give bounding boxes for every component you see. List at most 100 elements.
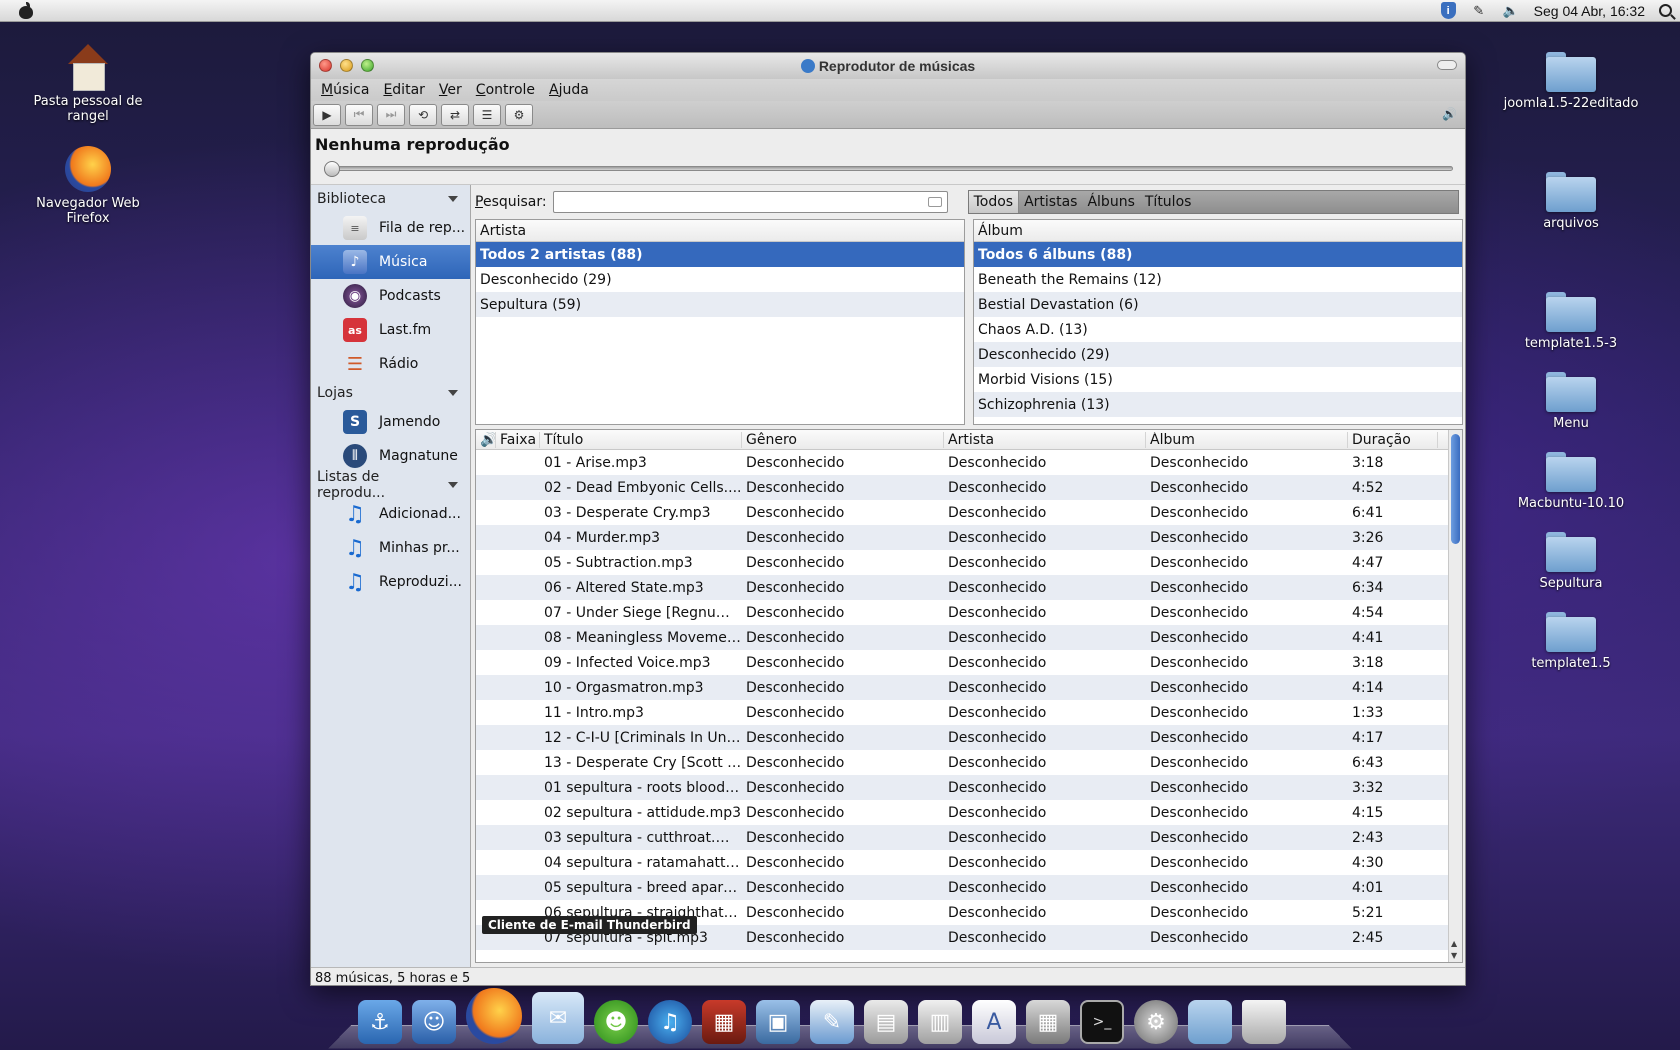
desktop-icon-firefox[interactable]: Navegador Web Firefox [13, 146, 163, 226]
zoom-window-button[interactable] [361, 59, 374, 72]
scroll-up-arrow-icon[interactable]: ▲ [1451, 939, 1457, 948]
column-faixa[interactable]: Faixa [496, 431, 540, 448]
seek-slider[interactable] [324, 161, 1453, 177]
column-artista[interactable]: Artista [944, 431, 1146, 448]
network-icon[interactable]: ✎ [1470, 2, 1488, 20]
dock-document-icon[interactable]: A [972, 1000, 1016, 1044]
sidebar-item[interactable]: ≡ Fila de rep... [311, 211, 470, 245]
sidebar-section-header[interactable]: Listas de reprodu... [311, 469, 470, 501]
desktop-folder-template153[interactable]: template1.5-3 [1496, 292, 1646, 351]
menu-controle[interactable]: Controle [470, 82, 541, 98]
sidebar-section-header[interactable]: Lojas [311, 381, 470, 405]
filter-tab[interactable]: Todos [968, 191, 1020, 213]
table-row[interactable]: 03 sepultura - cutthroat.mp3 Desconhecido… [476, 825, 1462, 850]
sidebar-item[interactable]: ♫ Adicionad... [311, 497, 470, 531]
list-item[interactable]: Sepultura (59) [476, 292, 964, 317]
volume-icon[interactable]: 🔈 [1502, 2, 1520, 20]
expand-triangle-icon[interactable] [448, 390, 458, 396]
dock-feather-icon[interactable]: ✎ [810, 1000, 854, 1044]
table-row[interactable]: 02 sepultura - attidude.mp3 Desconhecido D… [476, 800, 1462, 825]
artist-pane-header[interactable]: Artista [476, 220, 964, 242]
desktop-folder-sepultura[interactable]: Sepultura [1496, 532, 1646, 591]
table-row[interactable]: 05 sepultura - breed apart.... Desconheci… [476, 875, 1462, 900]
play-button[interactable]: ▶ [313, 103, 341, 126]
dock-system-prefs-icon[interactable]: ⚙ [1134, 1000, 1178, 1044]
table-row[interactable]: 13 - Desperate Cry [Scott B... Desconheci… [476, 750, 1462, 775]
sidebar-item[interactable]: as Last.fm [311, 313, 470, 347]
desktop-folder-menu[interactable]: Menu [1496, 372, 1646, 431]
desktop-folder-arquivos[interactable]: arquivos [1496, 172, 1646, 231]
table-row[interactable]: 02 - Dead Embyonic Cells.... Desconhecido… [476, 475, 1462, 500]
playlist-button[interactable]: ☰ [473, 103, 501, 126]
filter-tab[interactable]: Artistas [1019, 191, 1082, 213]
album-pane-header[interactable]: Álbum [974, 220, 1462, 242]
table-row[interactable]: 01 - Arise.mp3 Desconhecido Desconhecido De… [476, 450, 1462, 475]
list-item[interactable]: Todos 2 artistas (88) [476, 242, 964, 267]
column-duracao[interactable]: Duração [1348, 431, 1438, 448]
sidebar-item[interactable]: S Jamendo [311, 405, 470, 439]
dock-image-viewer-icon[interactable]: ▣ [756, 1000, 800, 1044]
dock-calculator-icon[interactable]: ▦ [1026, 1000, 1070, 1044]
desktop-folder-joomla[interactable]: joomla1.5-22editado [1496, 52, 1646, 111]
menu-ajuda[interactable]: Ajuda [543, 82, 595, 98]
sidebar-item[interactable]: ◉ Podcasts [311, 279, 470, 313]
table-row[interactable]: 04 sepultura - ratamahatta.... Desconheci… [476, 850, 1462, 875]
shield-icon[interactable]: i [1440, 2, 1456, 19]
desktop-folder-macbuntu[interactable]: Macbuntu-10.10 [1496, 452, 1646, 511]
next-button[interactable]: ⏭ [377, 103, 405, 126]
list-item[interactable]: Desconhecido (29) [476, 267, 964, 292]
settings-button[interactable]: ⚙ [505, 103, 533, 126]
table-row[interactable]: 01 sepultura - roots bloody ... Desconhec… [476, 775, 1462, 800]
shuffle-button[interactable]: ⇄ [441, 103, 469, 126]
window-titlebar[interactable]: Reprodutor de músicas [311, 53, 1465, 79]
table-row[interactable]: 05 - Subtraction.mp3 Desconhecido Desconhe… [476, 550, 1462, 575]
dock-terminal-icon[interactable]: >_ [1080, 1000, 1124, 1044]
list-item[interactable]: Beneath the Remains (12) [974, 267, 1462, 292]
desktop-icon-home[interactable]: Pasta pessoal de rangel [13, 44, 163, 124]
list-item[interactable]: Chaos A.D. (13) [974, 317, 1462, 342]
track-list-scrollbar[interactable]: ▲ ▼ [1448, 430, 1462, 962]
apple-menu-icon[interactable] [18, 1, 34, 20]
list-item[interactable]: Bestial Devastation (6) [974, 292, 1462, 317]
scrollbar-thumb[interactable] [1451, 434, 1460, 544]
table-row[interactable]: 10 - Orgasmatron.mp3 Desconhecido Desconhe… [476, 675, 1462, 700]
close-window-button[interactable] [319, 59, 332, 72]
dock-pidgin-icon[interactable]: ☻ [594, 1000, 638, 1044]
desktop-folder-template15[interactable]: template1.5 [1496, 612, 1646, 671]
minimize-window-button[interactable] [340, 59, 353, 72]
table-row[interactable]: 09 - Infected Voice.mp3 Desconhecido Desco… [476, 650, 1462, 675]
dock-itunes-icon[interactable]: ♫ [648, 1000, 692, 1044]
repeat-button[interactable]: ⟲ [409, 103, 437, 126]
dock-anchor-icon[interactable]: ⚓ [358, 1000, 402, 1044]
menu-ver[interactable]: Ver [433, 82, 468, 98]
volume-control-icon[interactable]: 🔊 [1442, 107, 1457, 121]
search-input[interactable] [552, 191, 948, 213]
filter-tab[interactable]: Álbuns [1082, 191, 1139, 213]
expand-triangle-icon[interactable] [448, 196, 458, 202]
scroll-down-arrow-icon[interactable]: ▼ [1451, 951, 1457, 960]
table-row[interactable]: 06 - Altered State.mp3 Desconhecido Descon… [476, 575, 1462, 600]
menu-musica[interactable]: Música [315, 82, 375, 98]
dock-photo-booth-icon[interactable]: ▦ [702, 1000, 746, 1044]
sidebar-section-header[interactable]: Biblioteca [311, 187, 470, 211]
dock-trash-icon[interactable] [1242, 1000, 1286, 1044]
spotlight-search-icon[interactable] [1659, 4, 1672, 17]
dock-printer-icon[interactable]: ▥ [918, 1000, 962, 1044]
search-options-icon[interactable] [927, 197, 942, 207]
list-item[interactable]: Morbid Visions (15) [974, 367, 1462, 392]
previous-button[interactable]: ⏮ [345, 103, 373, 126]
dock-thunderbird-icon[interactable]: ✉ [532, 992, 584, 1044]
dock-scanner-icon[interactable]: ▤ [864, 1000, 908, 1044]
column-titulo[interactable]: Título [540, 431, 742, 448]
list-item[interactable]: Desconhecido (29) [974, 342, 1462, 367]
table-row[interactable]: 03 - Desperate Cry.mp3 Desconhecido Descon… [476, 500, 1462, 525]
clock[interactable]: Seg 04 Abr, 16:32 [1534, 3, 1645, 19]
table-row[interactable]: 08 - Meaningless Movemen... Desconhecido D… [476, 625, 1462, 650]
sidebar-item[interactable]: ♫ Reproduzi... [311, 565, 470, 599]
sidebar-item[interactable]: ♪ Música [311, 245, 470, 279]
filter-tab[interactable]: Títulos [1140, 191, 1197, 213]
dock-finder-icon[interactable]: ☺ [412, 1000, 456, 1044]
menu-editar[interactable]: Editar [377, 82, 430, 98]
sidebar-item[interactable]: ♫ Minhas pr... [311, 531, 470, 565]
table-row[interactable]: 12 - C-I-U [Criminals In Unif... Desconhe… [476, 725, 1462, 750]
